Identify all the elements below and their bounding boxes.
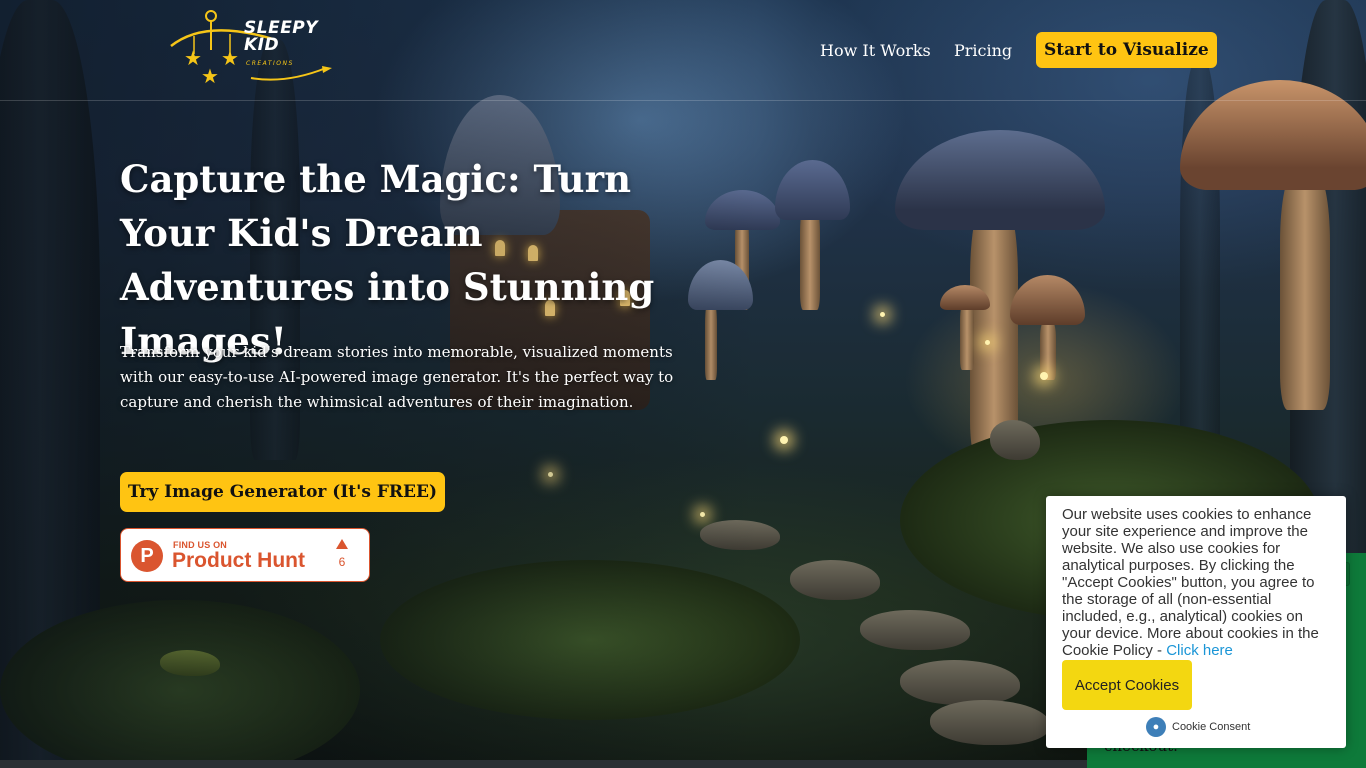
product-hunt-logo-icon: P: [131, 540, 163, 572]
cookie-policy-link[interactable]: Click here: [1166, 642, 1233, 659]
star-icon: ★: [221, 46, 239, 70]
product-hunt-badge[interactable]: P FIND US ON Product Hunt 6: [120, 528, 370, 582]
brand-logo[interactable]: ★ ★ ★ SLEEPY KID CREATIONS: [166, 8, 336, 88]
accept-cookies-button[interactable]: Accept Cookies: [1062, 660, 1192, 710]
product-hunt-name: Product Hunt: [172, 549, 305, 572]
nav-pricing[interactable]: Pricing: [954, 32, 1012, 68]
cookie-consent-icon: ●: [1146, 717, 1166, 737]
nav-how-it-works[interactable]: How It Works: [820, 32, 931, 68]
cookie-message-text: Our website uses cookies to enhance your…: [1062, 506, 1319, 659]
cookie-message: Our website uses cookies to enhance your…: [1062, 506, 1334, 659]
cookie-consent-banner: Our website uses cookies to enhance your…: [1046, 496, 1346, 748]
hero-description: Transform your kid's dream stories into …: [120, 343, 674, 411]
hero-title: Capture the Magic: Turn Your Kid's Dream…: [120, 157, 655, 363]
upvote-arrow-icon: [336, 539, 348, 549]
star-icon: ★: [201, 64, 219, 88]
site-header: ★ ★ ★ SLEEPY KID CREATIONS How It Works …: [0, 0, 1366, 101]
upvote-count: 6: [338, 555, 346, 569]
cookie-consent-brand[interactable]: ● Cookie Consent: [1146, 717, 1250, 737]
try-image-generator-button[interactable]: Try Image Generator (It's FREE): [120, 472, 445, 512]
cookie-consent-brand-label: Cookie Consent: [1172, 721, 1251, 733]
star-icon: ★: [184, 46, 202, 70]
brand-tagline: CREATIONS: [246, 60, 294, 67]
brand-name: SLEEPY KID: [244, 20, 318, 54]
start-to-visualize-button[interactable]: Start to Visualize: [1036, 32, 1217, 68]
brand-name-line2: KID: [244, 35, 280, 55]
